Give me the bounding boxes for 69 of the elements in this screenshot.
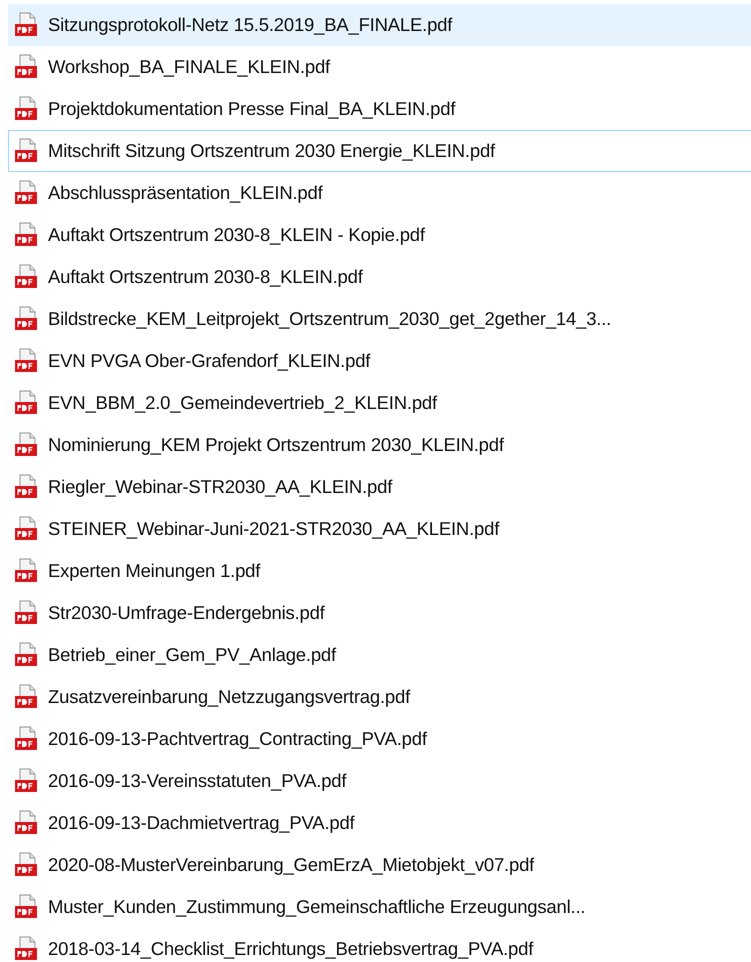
pdf-file-icon	[13, 432, 39, 458]
pdf-file-icon	[13, 642, 39, 668]
pdf-file-icon	[13, 852, 39, 878]
pdf-file-icon	[13, 894, 39, 920]
file-row[interactable]: Bildstrecke_KEM_Leitprojekt_Ortszentrum_2030_get_2gether_14_3...	[8, 298, 751, 340]
file-name: EVN PVGA Ober-Grafendorf_KLEIN.pdf	[48, 350, 370, 372]
pdf-file-icon	[13, 306, 39, 332]
file-row[interactable]: STEINER_Webinar-Juni-2021-STR2030_AA_KLEIN.pdf	[8, 508, 751, 550]
file-row[interactable]: Zusatzvereinbarung_Netzzugangsvertrag.pdf	[8, 676, 751, 718]
file-row[interactable]: Auftakt Ortszentrum 2030-8_KLEIN - Kopie.pdf	[8, 214, 751, 256]
pdf-file-icon	[13, 138, 39, 164]
file-name: 2016-09-13-Pachtvertrag_Contracting_PVA.pdf	[48, 728, 427, 750]
file-name: Muster_Kunden_Zustimmung_Gemeinschaftliche Erzeugungsanl...	[48, 896, 586, 918]
file-row[interactable]: Workshop_BA_FINALE_KLEIN.pdf	[8, 46, 751, 88]
file-name: 2020-08-MusterVereinbarung_GemErzA_Mietobjekt_v07.pdf	[48, 854, 534, 876]
file-row[interactable]: Riegler_Webinar-STR2030_AA_KLEIN.pdf	[8, 466, 751, 508]
file-name: Auftakt Ortszentrum 2030-8_KLEIN.pdf	[48, 266, 363, 288]
file-row[interactable]: 2016-09-13-Vereinsstatuten_PVA.pdf	[8, 760, 751, 802]
file-row[interactable]: Sitzungsprotokoll-Netz 15.5.2019_BA_FINALE.pdf	[8, 4, 751, 46]
file-name: Sitzungsprotokoll-Netz 15.5.2019_BA_FINALE.pdf	[48, 14, 452, 36]
pdf-file-icon	[13, 390, 39, 416]
file-row[interactable]: 2020-08-MusterVereinbarung_GemErzA_Mietobjekt_v07.pdf	[8, 844, 751, 886]
pdf-file-icon	[13, 516, 39, 542]
file-name: 2018-03-14_Checklist_Errichtungs_Betriebsvertrag_PVA.pdf	[48, 938, 534, 960]
file-name: 2016-09-13-Vereinsstatuten_PVA.pdf	[48, 770, 346, 792]
pdf-file-icon	[13, 558, 39, 584]
file-row[interactable]: Auftakt Ortszentrum 2030-8_KLEIN.pdf	[8, 256, 751, 298]
file-row[interactable]: Nominierung_KEM Projekt Ortszentrum 2030_KLEIN.pdf	[8, 424, 751, 466]
file-name: STEINER_Webinar-Juni-2021-STR2030_AA_KLEIN.pdf	[48, 518, 500, 540]
pdf-file-icon	[13, 936, 39, 962]
pdf-file-icon	[13, 600, 39, 626]
file-name: Betrieb_einer_Gem_PV_Anlage.pdf	[48, 644, 336, 666]
file-row[interactable]: Betrieb_einer_Gem_PV_Anlage.pdf	[8, 634, 751, 676]
pdf-file-icon	[13, 726, 39, 752]
pdf-file-icon	[13, 54, 39, 80]
file-row[interactable]: 2018-03-14_Checklist_Errichtungs_Betriebsvertrag_PVA.pdf	[8, 928, 751, 962]
file-row[interactable]: Muster_Kunden_Zustimmung_Gemeinschaftliche Erzeugungsanl...	[8, 886, 751, 928]
file-name: Nominierung_KEM Projekt Ortszentrum 2030_KLEIN.pdf	[48, 434, 504, 456]
file-row[interactable]: Projektdokumentation Presse Final_BA_KLEIN.pdf	[8, 88, 751, 130]
file-name: EVN_BBM_2.0_Gemeindevertrieb_2_KLEIN.pdf	[48, 392, 437, 414]
pdf-file-icon	[13, 96, 39, 122]
file-row[interactable]: Mitschrift Sitzung Ortszentrum 2030 Energie_KLEIN.pdf	[8, 130, 751, 172]
file-name: Riegler_Webinar-STR2030_AA_KLEIN.pdf	[48, 476, 392, 498]
file-row[interactable]: Abschlusspräsentation_KLEIN.pdf	[8, 172, 751, 214]
file-name: Auftakt Ortszentrum 2030-8_KLEIN - Kopie.pdf	[48, 224, 425, 246]
file-name: Projektdokumentation Presse Final_BA_KLEIN.pdf	[48, 98, 456, 120]
file-name: Str2030-Umfrage-Endergebnis.pdf	[48, 602, 325, 624]
file-name: Experten Meinungen 1.pdf	[48, 560, 260, 582]
pdf-file-icon	[13, 768, 39, 794]
pdf-file-icon	[13, 12, 39, 38]
file-name: Workshop_BA_FINALE_KLEIN.pdf	[48, 56, 330, 78]
pdf-file-icon	[13, 222, 39, 248]
file-row[interactable]: 2016-09-13-Dachmietvertrag_PVA.pdf	[8, 802, 751, 844]
file-name: Zusatzvereinbarung_Netzzugangsvertrag.pdf	[48, 686, 410, 708]
file-row[interactable]: Str2030-Umfrage-Endergebnis.pdf	[8, 592, 751, 634]
file-name: Bildstrecke_KEM_Leitprojekt_Ortszentrum_2030_get_2gether_14_3...	[48, 308, 612, 330]
pdf-file-icon	[13, 474, 39, 500]
file-row[interactable]: 2016-09-13-Pachtvertrag_Contracting_PVA.pdf	[8, 718, 751, 760]
file-row[interactable]: EVN PVGA Ober-Grafendorf_KLEIN.pdf	[8, 340, 751, 382]
pdf-file-icon	[13, 348, 39, 374]
pdf-file-icon	[13, 180, 39, 206]
file-row[interactable]: Experten Meinungen 1.pdf	[8, 550, 751, 592]
pdf-file-icon	[13, 264, 39, 290]
file-name: 2016-09-13-Dachmietvertrag_PVA.pdf	[48, 812, 354, 834]
pdf-file-icon	[13, 684, 39, 710]
pdf-file-icon	[13, 810, 39, 836]
file-name: Mitschrift Sitzung Ortszentrum 2030 Energie_KLEIN.pdf	[48, 140, 495, 162]
file-row[interactable]: EVN_BBM_2.0_Gemeindevertrieb_2_KLEIN.pdf	[8, 382, 751, 424]
file-name: Abschlusspräsentation_KLEIN.pdf	[48, 182, 323, 204]
